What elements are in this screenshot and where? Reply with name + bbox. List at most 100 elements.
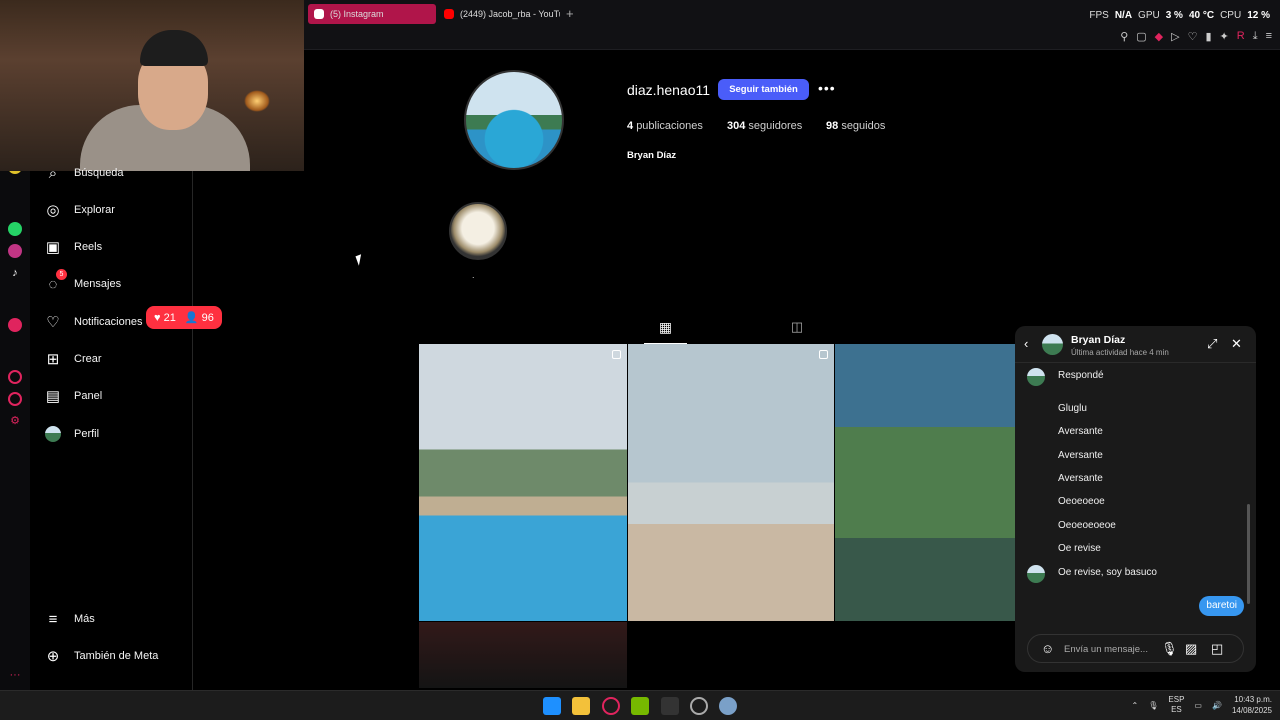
cpu-label: CPU: [1220, 10, 1242, 21]
dm-scrollbar[interactable]: [1247, 504, 1250, 604]
nvidia-icon[interactable]: [631, 697, 649, 715]
taskbar: ⌃ 🎙 ESP ES ▭ 🔊 10:43 p.m. 14/08/2025: [0, 690, 1280, 720]
chart-icon: ▤: [45, 388, 61, 405]
instagram-icon: [314, 9, 324, 19]
menu-icon[interactable]: ≡: [1266, 30, 1272, 43]
shield-icon[interactable]: ◆: [1155, 30, 1163, 43]
post-thumbnail[interactable]: [628, 344, 834, 621]
heart-icon: ♡: [46, 314, 60, 331]
profile-icon[interactable]: R: [1237, 30, 1245, 43]
sidebar-item-messages[interactable]: ◌ 5 Mensajes: [44, 269, 121, 295]
clock[interactable]: 10:43 p.m. 14/08/2025: [1232, 694, 1272, 716]
sidebar-item-create[interactable]: ⊞ Crear: [44, 348, 102, 370]
opera-gx-icon[interactable]: [602, 697, 620, 715]
back-icon[interactable]: ‹: [1024, 336, 1028, 351]
instagram-icon[interactable]: [8, 244, 22, 258]
microphone-icon[interactable]: 🎙: [1161, 641, 1178, 657]
chevron-up-icon[interactable]: ⌃: [1132, 701, 1139, 710]
pin-icon[interactable]: ⚲: [1120, 30, 1128, 43]
instagram-sidebar: ⌕ Búsqueda ◎ Explorar ▣ Reels ◌ 5 Mensaj…: [30, 165, 193, 690]
plus-icon[interactable]: +: [566, 6, 574, 21]
tab-instagram[interactable]: (5) Instagram: [308, 4, 436, 24]
youtube-icon: [444, 9, 454, 19]
volume-icon[interactable]: 🔊: [1212, 701, 1222, 710]
close-icon[interactable]: ✕: [1231, 336, 1242, 352]
sidebar-item-panel[interactable]: ▤ Panel: [44, 385, 102, 407]
settings-icon[interactable]: [719, 697, 737, 715]
sidebar-item-label: Panel: [74, 390, 103, 402]
microphone-icon[interactable]: 🎙: [1148, 701, 1158, 710]
file-explorer-icon[interactable]: [572, 697, 590, 715]
messages-badge: 5: [56, 269, 67, 280]
sidebar-item-label: Notificaciones: [74, 316, 143, 328]
app-icon[interactable]: [690, 697, 708, 715]
gpu-label: GPU: [1138, 10, 1160, 21]
snapshot-icon[interactable]: ▢: [1136, 30, 1146, 43]
story-highlight[interactable]: [449, 202, 507, 260]
followers-value: 96: [201, 312, 214, 324]
dm-contact-name[interactable]: Bryan Díaz: [1071, 334, 1125, 346]
meta-label: También de Meta: [74, 650, 159, 662]
sidebar-item-notifications[interactable]: ♡ Notificaciones: [44, 311, 142, 333]
also-from-meta-button[interactable]: ⊕ También de Meta: [44, 645, 159, 667]
cpu-value: 12 %: [1247, 10, 1270, 21]
sidebar-item-profile[interactable]: Perfil: [44, 423, 99, 445]
posts-stat: 4 publicaciones: [627, 120, 703, 132]
sidebar-item-explore[interactable]: ◎ Explorar: [44, 199, 115, 221]
post-thumbnail[interactable]: [419, 622, 627, 688]
more-icon[interactable]: ···: [8, 668, 22, 682]
post-thumbnail[interactable]: [419, 344, 627, 621]
sidebar-item-search[interactable]: ⌕ Búsqueda: [44, 162, 124, 184]
tab-tagged[interactable]: ◫: [786, 319, 808, 344]
extensions-icon[interactable]: [8, 392, 22, 406]
play-icon[interactable]: ▷: [1171, 30, 1179, 43]
tiktok-icon[interactable]: ♪: [8, 266, 22, 280]
extension-icon[interactable]: ▮: [1205, 30, 1211, 43]
notification-pill[interactable]: ♥ 21 👤 96: [146, 306, 222, 329]
tab-posts[interactable]: ▦: [644, 319, 687, 344]
app-icon[interactable]: [661, 697, 679, 715]
more-button[interactable]: ≡ Más: [44, 608, 95, 630]
expand-icon[interactable]: ⤢: [1207, 336, 1217, 352]
tab-label: (2449) Jacob_rba - YouTube: [460, 9, 560, 19]
lamp: [244, 90, 270, 112]
sidebar-item-reels[interactable]: ▣ Reels: [44, 236, 102, 258]
tagged-icon: ◫: [790, 319, 804, 334]
message-input[interactable]: [1064, 641, 1154, 657]
message-bubble: Aversante: [1058, 426, 1103, 437]
fps-label: FPS: [1089, 10, 1109, 21]
app-icon[interactable]: [8, 318, 22, 332]
sidebar-item-label: Crear: [74, 353, 102, 365]
heart-icon[interactable]: ♡: [1188, 30, 1198, 43]
message-bubble: Oeoeoeoe: [1058, 496, 1105, 507]
settings-icon[interactable]: ⚙: [8, 414, 22, 428]
language-indicator[interactable]: ESP ES: [1168, 695, 1184, 715]
avatar: [1027, 565, 1045, 583]
sticker-icon[interactable]: ◰: [1211, 641, 1223, 657]
profile-avatar[interactable]: [464, 70, 564, 170]
download-icon[interactable]: ⤓: [1253, 30, 1258, 43]
emoji-icon[interactable]: ☺: [1041, 641, 1054, 656]
followers-stat[interactable]: 304 seguidores: [727, 120, 802, 132]
following-stat[interactable]: 98 seguidos: [826, 120, 885, 132]
windows-start-icon[interactable]: [543, 697, 561, 715]
sent-message-bubble: baretoi: [1199, 596, 1244, 616]
network-icon[interactable]: ▭: [1194, 701, 1202, 710]
tab-youtube[interactable]: (2449) Jacob_rba - YouTube: [438, 4, 560, 24]
message-bubble: Gluglu: [1058, 403, 1087, 414]
grid-icon: ▦: [658, 319, 673, 335]
date: 14/08/2025: [1231, 706, 1272, 715]
avatar: [1027, 368, 1045, 386]
highlight-label: .: [472, 270, 475, 280]
dm-panel: ‹ Bryan Díaz Última actividad hace 4 min…: [1015, 326, 1256, 672]
more-options-icon[interactable]: •••: [818, 80, 836, 96]
following-label: seguidos: [841, 120, 886, 132]
sidebar-item-label: Perfil: [74, 428, 100, 440]
image-icon[interactable]: ▨: [1185, 641, 1197, 657]
post-thumbnail[interactable]: [835, 344, 1016, 621]
follow-button[interactable]: Seguir también: [718, 79, 809, 100]
sidebar-item-label: Búsqueda: [74, 167, 124, 179]
history-icon[interactable]: [8, 370, 22, 384]
whatsapp-icon[interactable]: [8, 222, 22, 236]
puzzle-icon[interactable]: ✦: [1220, 30, 1229, 43]
